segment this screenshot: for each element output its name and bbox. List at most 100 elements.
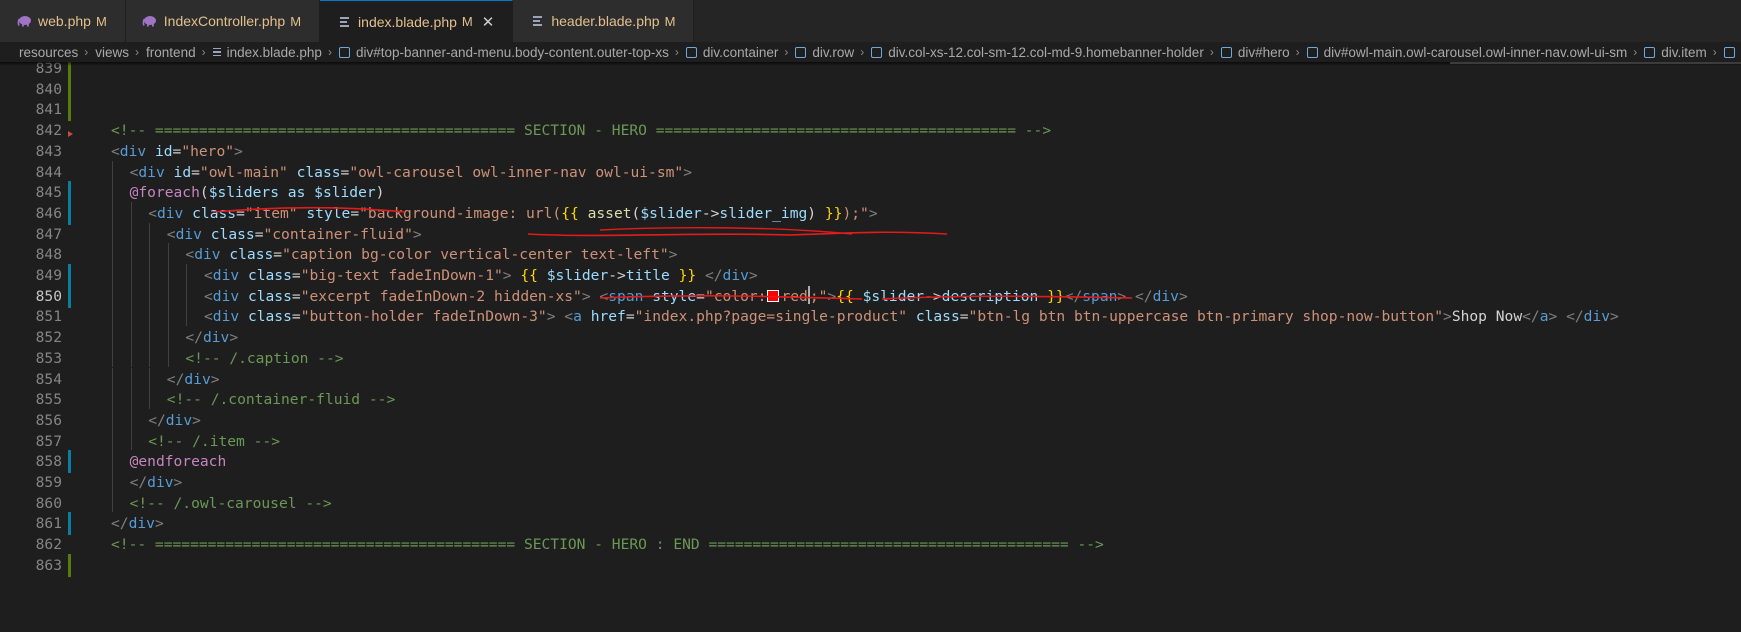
code-token: <: [204, 287, 213, 305]
code-token: ->: [608, 267, 626, 284]
fold-marker-icon[interactable]: [68, 131, 73, 137]
tab-header-blade-php[interactable]: header.blade.php M: [513, 0, 695, 42]
tab-web-php[interactable]: web.php M: [0, 0, 126, 42]
code-token: </: [1566, 308, 1584, 326]
tab-indexcontroller-php[interactable]: IndexController.php M: [125, 0, 321, 42]
breadcrumb-label: div#hero: [1237, 44, 1290, 60]
tab-label: web.php: [38, 13, 91, 29]
code-token: =: [959, 308, 969, 326]
close-icon[interactable]: ✕: [482, 13, 495, 31]
code-token: <!-- ===================================…: [111, 536, 1104, 554]
breadcrumb-item[interactable]: index.blade.php: [212, 45, 322, 60]
code-token: </: [166, 370, 185, 388]
code-token: @foreach: [129, 184, 200, 202]
breadcrumb-item[interactable]: div: [1723, 45, 1741, 60]
breadcrumb-item[interactable]: resources: [19, 45, 78, 60]
code-line: 861 </div>: [0, 512, 1741, 536]
code-token: (: [199, 184, 209, 202]
code-token: "btn-lg btn btn-uppercase btn-primary sh…: [968, 308, 1444, 326]
code-token: </: [704, 267, 723, 284]
breadcrumb-item[interactable]: div.col-xs-12.col-sm-12.col-md-9.homeban…: [871, 45, 1204, 60]
indent-guide: [112, 160, 113, 182]
code-token: {{: [520, 267, 538, 284]
breadcrumb-item[interactable]: frontend: [146, 45, 196, 60]
code-token: $slider: [862, 287, 925, 305]
code-token: <: [166, 225, 176, 243]
code-line: 863: [0, 553, 1741, 577]
breadcrumb-item[interactable]: div#top-banner-and-menu.body-content.out…: [338, 44, 669, 60]
code-token: =: [291, 287, 301, 305]
git-modified-indicator: [68, 201, 71, 225]
chevron-right-icon: ›: [674, 45, 679, 59]
indent-guide: [130, 388, 132, 409]
indent-guide: [112, 284, 113, 306]
git-added-indicator: [68, 98, 71, 122]
code-token: =: [191, 163, 200, 181]
git-added-indicator: [68, 77, 71, 101]
breadcrumb-item[interactable]: div#owl-main.owl-carousel.owl-inner-nav.…: [1306, 45, 1627, 60]
code-editor[interactable]: 839 840 841 842 <!-- =======================…: [0, 62, 1741, 632]
git-modified-indicator: [68, 284, 71, 308]
code-token: =: [340, 163, 350, 181]
breadcrumb-item[interactable]: div.row: [795, 45, 854, 60]
code-token: <: [111, 142, 120, 160]
code-token: div: [184, 370, 211, 388]
code-text: <!-- ===================================…: [111, 119, 1051, 142]
code-token: div: [1152, 287, 1179, 305]
code-text: <!-- ===================================…: [111, 533, 1104, 556]
code-token: >: [173, 474, 183, 491]
code-text: @endforeach: [130, 450, 227, 473]
code-token: <!-- ===================================…: [111, 122, 1052, 140]
chevron-right-icon: ›: [135, 45, 140, 59]
cube-icon: [1306, 46, 1318, 58]
breadcrumb-item[interactable]: div.item: [1644, 45, 1707, 60]
code-line: 844 <div id="owl-main" class="owl-carouse…: [0, 160, 1741, 184]
line-number: 845: [35, 184, 62, 202]
cube-icon: [795, 46, 807, 58]
breadcrumb-item[interactable]: views: [95, 45, 129, 60]
breadcrumb-item[interactable]: div.container: [685, 45, 778, 60]
color-swatch-icon[interactable]: [767, 289, 780, 302]
code-token: class: [247, 267, 292, 284]
code-line: 849 <div class="big-text fadeInDown-1"> {…: [0, 264, 1741, 287]
code-token: >: [210, 370, 220, 388]
tab-index-blade-php[interactable]: index.blade.php M ✕: [320, 0, 514, 42]
code-line: 850 <div class="excerpt fadeInDown-2 hidd…: [0, 284, 1741, 308]
git-added-indicator: [68, 553, 71, 577]
code-line: 846 <div class="item" style="background-i…: [0, 201, 1741, 225]
code-token: class: [296, 163, 341, 181]
indent-guide: [112, 388, 113, 409]
line-number: 860: [35, 494, 62, 512]
code-token: $slider: [314, 184, 376, 202]
line-number: 853: [35, 349, 62, 367]
file-lines-icon: [212, 47, 221, 57]
code-token: "button-holder fadeInDown-3": [300, 308, 547, 326]
code-token: div: [165, 411, 193, 429]
indent-guide: [130, 243, 132, 264]
code-token: div: [194, 246, 221, 264]
indent-guide: [149, 346, 151, 368]
indent-guide: [186, 305, 188, 327]
line-number: 857: [35, 432, 62, 450]
code-token: </: [129, 474, 148, 491]
code-token: {{: [836, 287, 854, 305]
tab-label: IndexController.php: [163, 13, 286, 29]
breadcrumb-label: div#top-banner-and-menu.body-content.out…: [355, 44, 669, 60]
code-token: >: [668, 246, 678, 264]
code-token: );": [842, 204, 869, 222]
line-number: 855: [35, 391, 62, 409]
indent-guide: [149, 326, 151, 347]
indent-guide: [112, 367, 113, 389]
code-token: "caption bg-color vertical-center text-l…: [282, 246, 669, 264]
code-text: <!-- /.item -->: [148, 430, 280, 453]
code-token: >: [748, 267, 758, 284]
code-line: 851 <div class="button-holder fadeInDown-…: [0, 305, 1741, 328]
code-token: class: [247, 287, 292, 305]
breadcrumb-item[interactable]: div#hero: [1220, 44, 1290, 60]
